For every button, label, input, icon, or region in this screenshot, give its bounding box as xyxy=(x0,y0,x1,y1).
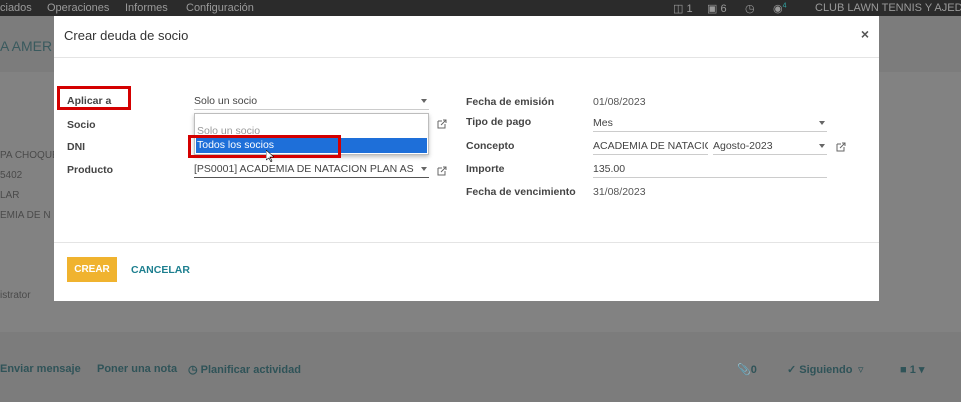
producto-value: [PS0001] ACADEMIA DE NATACION PLAN AS xyxy=(194,163,414,175)
background-text: PA CHOQUE xyxy=(0,150,59,161)
mouse-cursor-icon xyxy=(266,150,274,162)
socio-label: Socio xyxy=(67,119,96,131)
menu-item-configuracion[interactable]: Configuración xyxy=(186,2,254,14)
highlight-box-todos xyxy=(188,135,341,158)
log-note-button[interactable]: Poner una nota xyxy=(97,363,177,375)
modal-title: Crear deuda de socio xyxy=(64,28,189,43)
importe-input[interactable]: 135.00 xyxy=(593,163,827,178)
concepto-period-select[interactable]: Agosto-2023 xyxy=(713,140,827,155)
top-navbar: ciados Operaciones Informes Configuració… xyxy=(0,0,961,16)
background-text: 5402 xyxy=(0,170,23,181)
aplicar-value: Solo un socio xyxy=(194,95,258,107)
follower-icon[interactable]: ▿ xyxy=(858,363,864,376)
tipo-pago-value: Mes xyxy=(593,117,613,129)
followers-button[interactable]: ■ 1 ▾ xyxy=(900,363,924,376)
send-message-button[interactable]: Enviar mensaje xyxy=(0,363,81,375)
menu-item-informes[interactable]: Informes xyxy=(125,2,168,14)
paperclip-icon: 📎 xyxy=(737,364,751,376)
attachments-button[interactable]: 📎0 xyxy=(737,363,757,376)
tipo-pago-select[interactable]: Mes xyxy=(593,117,827,132)
tipo-pago-label: Tipo de pago xyxy=(466,116,532,128)
user-icon: ■ xyxy=(900,364,910,376)
chevron-down-icon xyxy=(421,99,427,103)
company-name[interactable]: CLUB LAWN TENNIS Y AJEDR xyxy=(815,2,961,14)
close-icon[interactable]: × xyxy=(861,26,869,42)
external-link-icon[interactable] xyxy=(437,166,447,176)
following-button[interactable]: ✓ Siguiendo xyxy=(787,363,852,376)
aplicar-select[interactable]: Solo un socio xyxy=(194,95,429,110)
activity-count: 6 xyxy=(720,3,727,15)
chevron-down-icon xyxy=(421,167,427,171)
menu-item-afiliados[interactable]: ciados xyxy=(0,2,32,14)
attachments-count: 0 xyxy=(750,364,757,376)
followers-count: 1 xyxy=(909,364,916,376)
highlight-box-aplicar xyxy=(57,86,131,110)
background-text: EMIA DE N xyxy=(0,210,51,221)
concepto-value: ACADEMIA DE NATACIO xyxy=(593,140,708,152)
clock-icon: ◷ xyxy=(188,364,201,376)
modal-header: Crear deuda de socio × xyxy=(54,16,879,58)
chevron-down-icon xyxy=(819,144,825,148)
clock-icon[interactable]: ◷ xyxy=(745,2,755,15)
dni-label: DNI xyxy=(67,141,86,153)
importe-value: 135.00 xyxy=(593,163,626,175)
cancel-button[interactable]: CANCELAR xyxy=(131,264,190,276)
chevron-down-icon xyxy=(819,121,825,125)
messages-icon[interactable]: ◉4 xyxy=(773,2,787,15)
background-record-title: A AMER xyxy=(0,38,53,54)
create-button[interactable]: CREAR xyxy=(67,257,117,282)
menu-item-operaciones[interactable]: Operaciones xyxy=(47,2,109,14)
concepto-label: Concepto xyxy=(466,140,515,152)
concepto-period-value: Agosto-2023 xyxy=(713,140,773,152)
activity-icon[interactable]: ▣ 6 xyxy=(707,2,727,15)
external-link-icon[interactable] xyxy=(836,142,846,152)
concepto-field[interactable]: ACADEMIA DE NATACIO xyxy=(593,140,708,155)
fecha-emision-value[interactable]: 01/08/2023 xyxy=(593,96,646,108)
importe-label: Importe xyxy=(466,163,505,175)
schedule-activity-label: Planificar actividad xyxy=(200,364,301,376)
producto-label: Producto xyxy=(67,164,114,176)
chat-count: 1 xyxy=(686,3,693,15)
check-icon: ✓ xyxy=(787,364,800,376)
chat-icon[interactable]: ◫ 1 xyxy=(673,2,693,15)
schedule-activity-button[interactable]: ◷ Planificar actividad xyxy=(188,363,301,376)
background-text: LAR xyxy=(0,190,20,201)
background-text: istrator xyxy=(0,290,31,301)
external-link-icon[interactable] xyxy=(437,119,447,129)
following-label: Siguiendo xyxy=(799,364,853,376)
fecha-emision-label: Fecha de emisión xyxy=(466,96,555,108)
messages-badge: 4 xyxy=(782,2,787,10)
producto-select[interactable]: [PS0001] ACADEMIA DE NATACION PLAN AS xyxy=(194,163,429,178)
fecha-vencimiento-label: Fecha de vencimiento xyxy=(466,186,576,198)
create-debt-modal: Crear deuda de socio × Aplicar a Solo un… xyxy=(54,16,879,301)
fecha-vencimiento-value[interactable]: 31/08/2023 xyxy=(593,186,646,198)
